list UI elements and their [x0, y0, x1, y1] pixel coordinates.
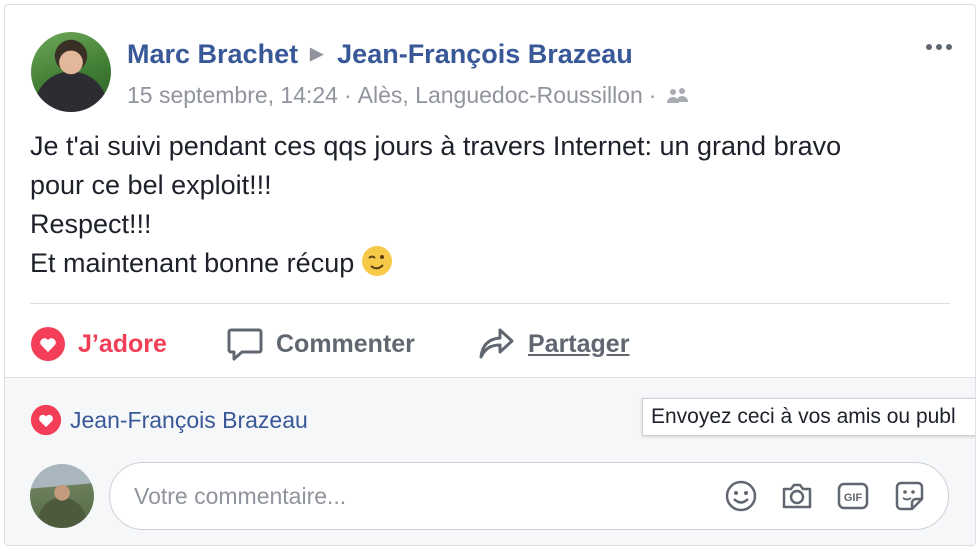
post-body: Je t'ai suivi pendant ces qqs jours à tr…	[30, 127, 950, 289]
meta-separator: ·	[343, 82, 352, 108]
comments-section: Jean-François Brazeau Envoyez ceci à vos…	[5, 377, 975, 545]
comment-label: Commenter	[276, 329, 415, 358]
post-meta: 15 septembre, 14:24 · Alès, Languedoc-Rous…	[127, 82, 690, 111]
svg-text:GIF: GIF	[844, 492, 863, 504]
friends-icon[interactable]	[666, 84, 690, 111]
post-text-line: Et maintenant bonne récup	[30, 248, 355, 278]
heart-icon	[31, 327, 65, 361]
comment-input[interactable]	[132, 477, 696, 515]
post-text-line: Je t'ai suivi pendant ces qqs jours à tr…	[30, 131, 842, 161]
arrow-right-icon: ▶	[310, 44, 324, 63]
post-date[interactable]: 15 septembre, 14:24	[127, 82, 338, 108]
post-text-line: pour ce bel exploit!!!	[30, 170, 272, 200]
recipient-name[interactable]: Jean-François Brazeau	[337, 39, 633, 69]
share-label: Partager	[528, 329, 630, 358]
meta-separator: ·	[648, 82, 657, 108]
author-avatar[interactable]	[31, 32, 111, 112]
post-location[interactable]: Alès, Languedoc-Roussillon	[358, 82, 643, 108]
love-label: J’adore	[78, 329, 167, 358]
commenter-avatar[interactable]	[30, 464, 94, 528]
author-name[interactable]: Marc Brachet	[127, 39, 298, 69]
gif-icon[interactable]: GIF	[836, 479, 870, 513]
comment-composer: GIF	[109, 462, 949, 530]
reactions-summary[interactable]: Jean-François Brazeau	[30, 404, 308, 436]
emoji-icon[interactable]	[724, 479, 758, 513]
comment-button[interactable]: Commenter	[226, 323, 415, 365]
love-button[interactable]: J’adore	[30, 323, 167, 365]
speech-bubble-icon	[227, 328, 263, 361]
more-options-icon[interactable]	[923, 35, 959, 59]
reactions-names[interactable]: Jean-François Brazeau	[70, 407, 308, 434]
divider	[30, 303, 950, 304]
share-button[interactable]: Partager	[478, 323, 629, 365]
post-header: Marc Brachet ▶ Jean-François Brazeau	[127, 39, 633, 70]
post-text-line: Respect!!!	[30, 209, 152, 239]
post-card: Marc Brachet ▶ Jean-François Brazeau 15 se…	[4, 4, 976, 546]
share-tooltip: Envoyez ceci à vos amis ou publ	[642, 398, 975, 436]
heart-reaction-icon	[30, 404, 62, 436]
sticker-icon[interactable]	[892, 479, 926, 513]
share-arrow-icon	[479, 328, 514, 359]
camera-icon[interactable]	[780, 479, 814, 513]
wink-emoji-icon	[360, 244, 394, 289]
